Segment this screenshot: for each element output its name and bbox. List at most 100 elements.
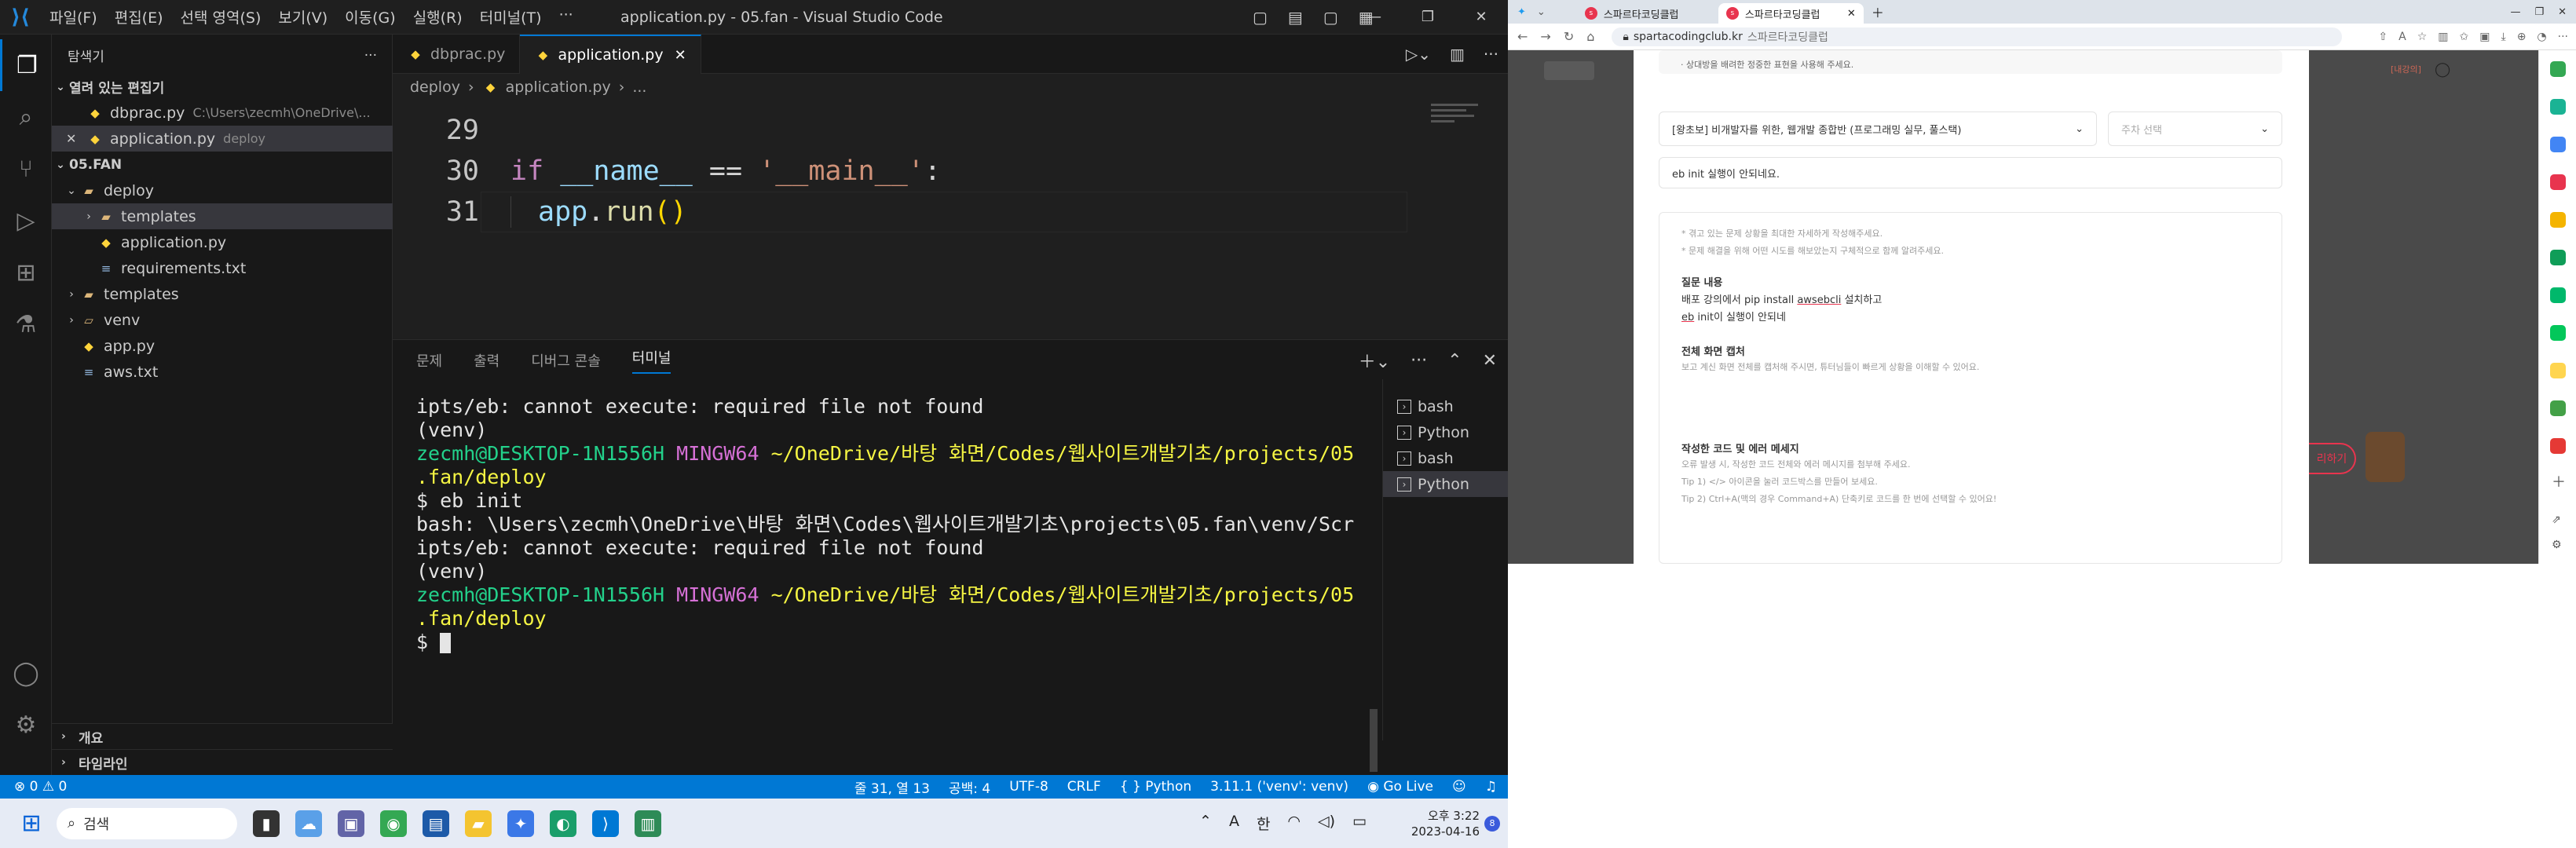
toggle-secondary-icon[interactable]: ▢ (1323, 8, 1338, 27)
cursor-position[interactable]: 줄 31, 열 13 (854, 777, 930, 797)
taskview-icon[interactable]: ▮ (253, 810, 280, 837)
go-live-button[interactable]: ◉ Go Live (1367, 779, 1433, 795)
open-editor-application[interactable]: ✕ ◆ application.py deploy (52, 126, 393, 152)
collections-icon[interactable]: ▣ (2479, 31, 2490, 43)
restore-icon[interactable]: ❐ (2534, 6, 2544, 18)
star-icon[interactable]: ☆ (2417, 31, 2428, 43)
download-icon[interactable]: ⤓ (2501, 31, 2505, 43)
sidebar-app-icon[interactable] (2550, 438, 2566, 454)
split-editor-icon[interactable]: ▥ (1450, 45, 1465, 64)
battery-icon[interactable]: ▭ (1352, 813, 1367, 834)
terminal-scrollbar[interactable] (1370, 709, 1378, 772)
close-tab-icon[interactable]: ✕ (675, 47, 686, 64)
minimize-icon[interactable]: — (2510, 6, 2520, 18)
folder-header[interactable]: ⌄ 05.FAN (52, 152, 393, 177)
sidebar-app-icon[interactable] (2550, 212, 2566, 228)
ime-han[interactable]: 한 (1257, 813, 1270, 834)
menu-edit[interactable]: 편집(E) (106, 6, 172, 27)
browser-tab-1[interactable]: s 스파르타코딩클럽 (1577, 3, 1718, 24)
bell-icon[interactable]: ♫ (1485, 779, 1497, 795)
tree-file-aws[interactable]: ≡ aws.txt (52, 359, 393, 385)
browser-tab-2[interactable]: s 스파르타코딩클럽 ✕ (1718, 3, 1864, 24)
profile-icon[interactable]: ◔ (2537, 31, 2546, 43)
translate-icon[interactable]: A (2399, 31, 2406, 43)
explorer-icon[interactable]: ❐ (0, 39, 52, 91)
week-select[interactable]: 주차 선택 ⌄ (2108, 111, 2282, 146)
maximize-panel-icon[interactable]: ⌃ (1447, 351, 1462, 371)
indentation[interactable]: 공백: 4 (949, 777, 990, 797)
sidebar-app-icon[interactable] (2550, 363, 2566, 378)
close-panel-icon[interactable]: ✕ (1483, 351, 1497, 371)
menu-terminal[interactable]: 터미널(T) (471, 6, 551, 27)
file-explorer-icon[interactable]: ▰ (465, 810, 492, 837)
tree-folder-venv[interactable]: › ▱ venv (52, 307, 393, 333)
taskbar-search[interactable]: ⌕ 검색 (57, 807, 237, 839)
toggle-panel-icon[interactable]: ▤ (1288, 8, 1303, 27)
question-body-editor[interactable]: * 겪고 있는 문제 상황을 최대한 자세하게 작성해주세요. * 문제 해결을… (1659, 212, 2282, 564)
app-icon[interactable]: ✦ (507, 810, 534, 837)
breadcrumb-more[interactable]: ... (632, 79, 646, 96)
edge-icon[interactable]: ◐ (550, 810, 576, 837)
breadcrumb-file[interactable]: application.py (506, 79, 611, 96)
close-tab-icon[interactable]: ✕ (1847, 8, 1856, 20)
sidebar-app-icon[interactable] (2550, 325, 2566, 341)
wifi-icon[interactable]: ◠ (1287, 813, 1301, 834)
minimize-icon[interactable]: — (1348, 9, 1401, 25)
account-icon[interactable]: ◯ (0, 647, 52, 699)
forward-icon[interactable]: → (1540, 29, 1550, 44)
store-icon[interactable]: ▤ (423, 810, 449, 837)
more-icon[interactable]: ··· (1411, 351, 1427, 371)
split-icon[interactable]: ▥ (2438, 31, 2448, 43)
terminal-item-python[interactable]: › Python (1383, 419, 1508, 445)
notification-badge[interactable]: 8 (1484, 815, 1500, 832)
menu-more[interactable]: ··· (551, 6, 582, 27)
tab-dbprac[interactable]: ◆ dbprac.py (393, 35, 521, 74)
tab-terminal[interactable]: 터미널 (631, 347, 671, 374)
ime-a[interactable]: A (1229, 813, 1239, 834)
open-editor-dbprac[interactable]: ◆ dbprac.py C:\Users\zecmh\OneDrive\... (52, 100, 393, 126)
extensions-icon[interactable]: ⊕ (2517, 31, 2527, 43)
timeline-section[interactable]: › 타임라인 (52, 749, 393, 775)
run-debug-icon[interactable]: ▷ (0, 195, 52, 247)
close-icon[interactable]: ✕ (1454, 9, 1508, 25)
testing-icon[interactable]: ⚗ (0, 298, 52, 350)
vscode-taskbar-icon[interactable]: ⟩ (592, 810, 619, 837)
errors-status[interactable]: ⊗ 0 ⚠ 0 (14, 779, 67, 795)
language-mode[interactable]: { } Python (1120, 779, 1191, 795)
line-ending[interactable]: CRLF (1067, 779, 1101, 795)
twitter-icon[interactable]: ✦ (1517, 6, 1526, 18)
weather-icon[interactable]: ☁ (295, 810, 322, 837)
tree-folder-templates-deploy[interactable]: › ▰ templates (52, 203, 393, 229)
tree-folder-deploy[interactable]: ⌄ ▰ deploy (52, 177, 393, 203)
tab-output[interactable]: 출력 (474, 350, 499, 371)
volume-icon[interactable]: ◁) (1318, 813, 1335, 834)
course-select[interactable]: [왕초보] 비개발자를 위한, 웹개발 종합반 (프로그래밍 실무, 풀스택) ⌄ (1659, 111, 2097, 146)
sidebar-app-icon[interactable] (2550, 400, 2566, 416)
close-editor-icon[interactable]: ✕ (66, 131, 86, 146)
terminal-input-line[interactable]: $ (416, 631, 1508, 654)
encoding[interactable]: UTF-8 (1009, 779, 1048, 795)
terminal-item-bash[interactable]: › bash (1383, 393, 1508, 419)
notepad-icon[interactable]: ▥ (635, 810, 661, 837)
home-icon[interactable]: ⌂ (1586, 29, 1594, 44)
terminal-output[interactable]: ipts/eb: cannot execute: required file n… (416, 395, 1508, 654)
sidebar-app-icon[interactable] (2550, 137, 2566, 152)
menu-run[interactable]: 실행(R) (404, 6, 471, 27)
tray-chevron-icon[interactable]: ⌃ (1199, 813, 1212, 834)
user-icon[interactable]: ◯ (2435, 61, 2450, 78)
tab-application[interactable]: ◆ application.py ✕ (520, 35, 701, 74)
refresh-icon[interactable]: ↻ (1564, 29, 1574, 44)
new-terminal-icon[interactable]: ＋⌄ (1359, 348, 1390, 373)
tree-file-application[interactable]: ◆ application.py (52, 229, 393, 255)
chrome-icon[interactable]: ◉ (380, 810, 407, 837)
run-icon[interactable]: ▷⌄ (1406, 45, 1431, 64)
python-interpreter[interactable]: 3.11.1 ('venv': venv) (1210, 779, 1348, 795)
sidebar-app-icon[interactable] (2550, 99, 2566, 115)
settings-icon[interactable]: ⚙ (2552, 539, 2562, 551)
ask-button[interactable]: 리하기 (2309, 443, 2356, 474)
tree-file-app[interactable]: ◆ app.py (52, 333, 393, 359)
tree-file-requirements[interactable]: ≡ requirements.txt (52, 255, 393, 281)
external-link-icon[interactable]: ⇗ (2552, 514, 2561, 526)
more-actions-icon[interactable]: ··· (1484, 45, 1498, 64)
outline-section[interactable]: › 개요 (52, 723, 393, 749)
